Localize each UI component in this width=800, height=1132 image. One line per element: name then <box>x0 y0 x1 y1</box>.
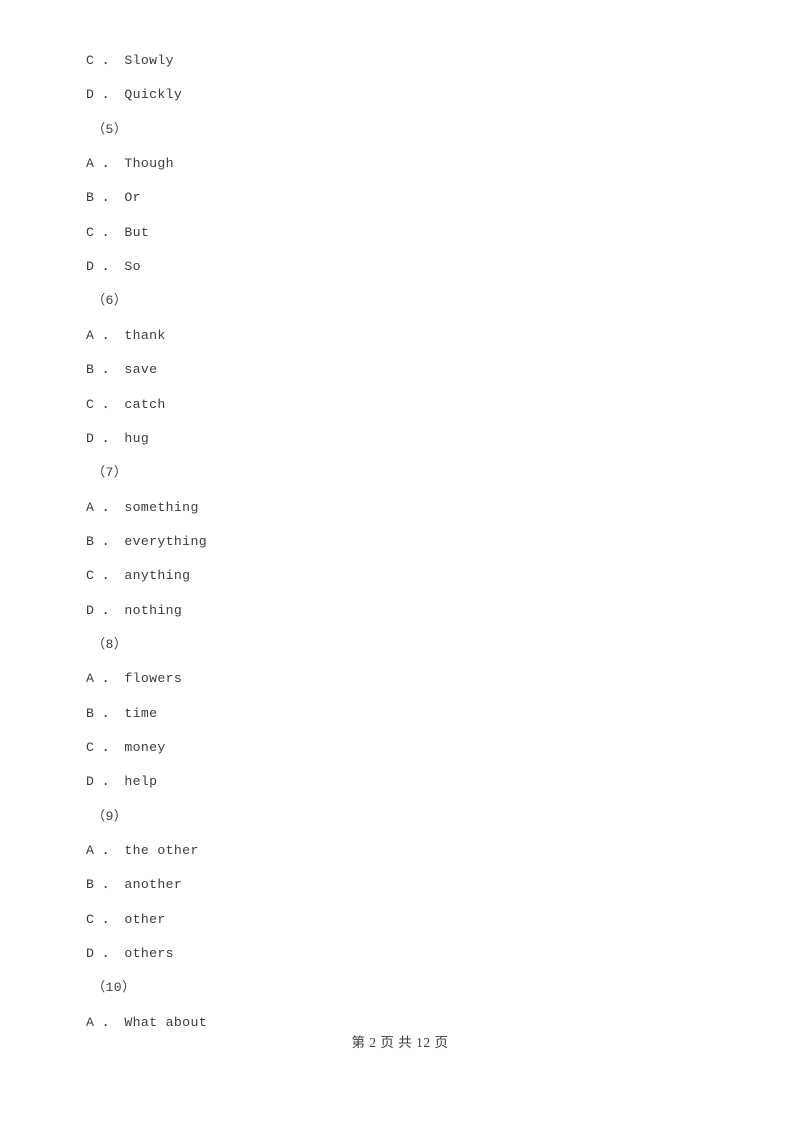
answer-option: A ． something <box>86 499 199 515</box>
question-number: （8） <box>92 636 128 652</box>
answer-option: C ． other <box>86 911 166 927</box>
answer-option: A ． the other <box>86 843 199 859</box>
question-number: （5） <box>92 121 128 137</box>
answer-option: B ． time <box>86 705 158 721</box>
answer-option: B ． Or <box>86 190 141 206</box>
answer-option: C ． catch <box>86 396 166 412</box>
answer-option: A ． flowers <box>86 671 183 687</box>
answer-option: D ． So <box>86 259 141 275</box>
answer-option: D ． hug <box>86 430 150 446</box>
question-number: （6） <box>92 293 128 309</box>
answer-option: B ． another <box>86 877 183 893</box>
answer-option: A ． Though <box>86 156 174 172</box>
answer-option: B ． everything <box>86 533 207 549</box>
question-number: （9） <box>92 808 128 824</box>
question-number: （10） <box>92 980 136 996</box>
answer-option: D ． nothing <box>86 602 183 618</box>
answer-option: C ． Slowly <box>86 53 174 68</box>
answer-option: A ． thank <box>86 327 166 343</box>
answer-option: D ． help <box>86 774 158 790</box>
question-number: （7） <box>92 465 128 481</box>
answer-option: A ． What about <box>86 1014 207 1030</box>
page-footer: 第 2 页 共 12 页 <box>351 1035 449 1050</box>
document-page: C ． Slowly D ． Quickly （5） A ． Though B ． Or… <box>0 0 800 1132</box>
answer-option: B ． save <box>86 362 158 378</box>
answer-option: C ． anything <box>86 568 191 584</box>
answer-option: C ． money <box>86 740 166 755</box>
answer-option: C ． But <box>86 224 150 240</box>
answer-option: D ． Quickly <box>86 87 183 103</box>
answer-option: D ． others <box>86 946 174 962</box>
